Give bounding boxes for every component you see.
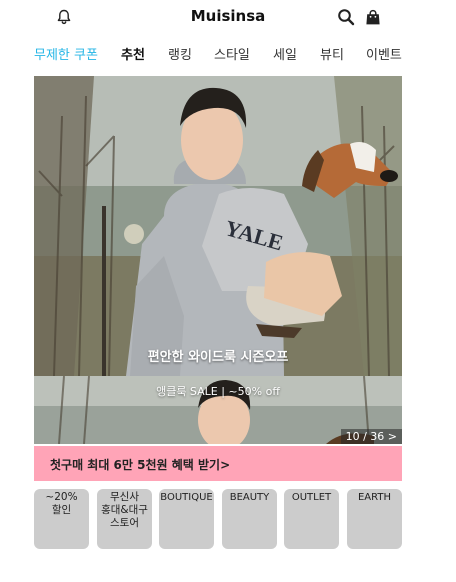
category-nav: 무제한 쿠폰 추천 랭킹 스타일 세일 뷰티 이벤트 [0,36,456,68]
banner-caption-sub: 앵클룩 SALE | ~50% off [156,385,280,398]
category-beauty[interactable]: BEAUTY [222,489,277,549]
banner-photo: YALE [34,76,402,376]
category-discount[interactable]: ~20% 할인 [34,489,89,549]
category-boutique[interactable]: BOUTIQUE [159,489,214,549]
category-musinsa-store[interactable]: 무신사 홍대&대구 스토어 [97,489,152,549]
tab-beauty[interactable]: 뷰티 [320,44,344,63]
tab-event[interactable]: 이벤트 [366,44,402,63]
banner-slide-image: YALE 편안한 와이드룩 시즌오프 [34,76,402,376]
banner-counter[interactable]: 10 / 36 > [340,429,402,444]
search-icon[interactable] [334,5,358,29]
category-shortcuts: ~20% 할인 무신사 홍대&대구 스토어 BOUTIQUE BEAUTY OU… [34,489,402,549]
shopping-bag-icon[interactable] [361,5,385,29]
tab-ranking[interactable]: 랭킹 [168,44,192,63]
category-outlet[interactable]: OUTLET [284,489,339,549]
banner-caption-title: 편안한 와이드룩 시즌오프 [147,350,289,365]
tab-recommend[interactable]: 추천 [121,44,145,63]
app-header: Muisinsa [0,0,456,34]
tab-style[interactable]: 스타일 [214,44,250,63]
category-earth[interactable]: EARTH [347,489,402,549]
tab-sale[interactable]: 세일 [273,44,297,63]
tab-unlimited-coupon[interactable]: 무제한 쿠폰 [34,44,98,63]
hero-banner[interactable]: YALE 편안한 와이드룩 시즌오프 앵클룩 SALE | ~50% off 1… [34,76,402,444]
promo-text: 첫구매 최대 6만 5천원 혜택 받기> [50,458,231,472]
first-purchase-promo[interactable]: 첫구매 최대 6만 5천원 혜택 받기> [34,446,402,481]
app-title: Muisinsa [190,7,266,25]
